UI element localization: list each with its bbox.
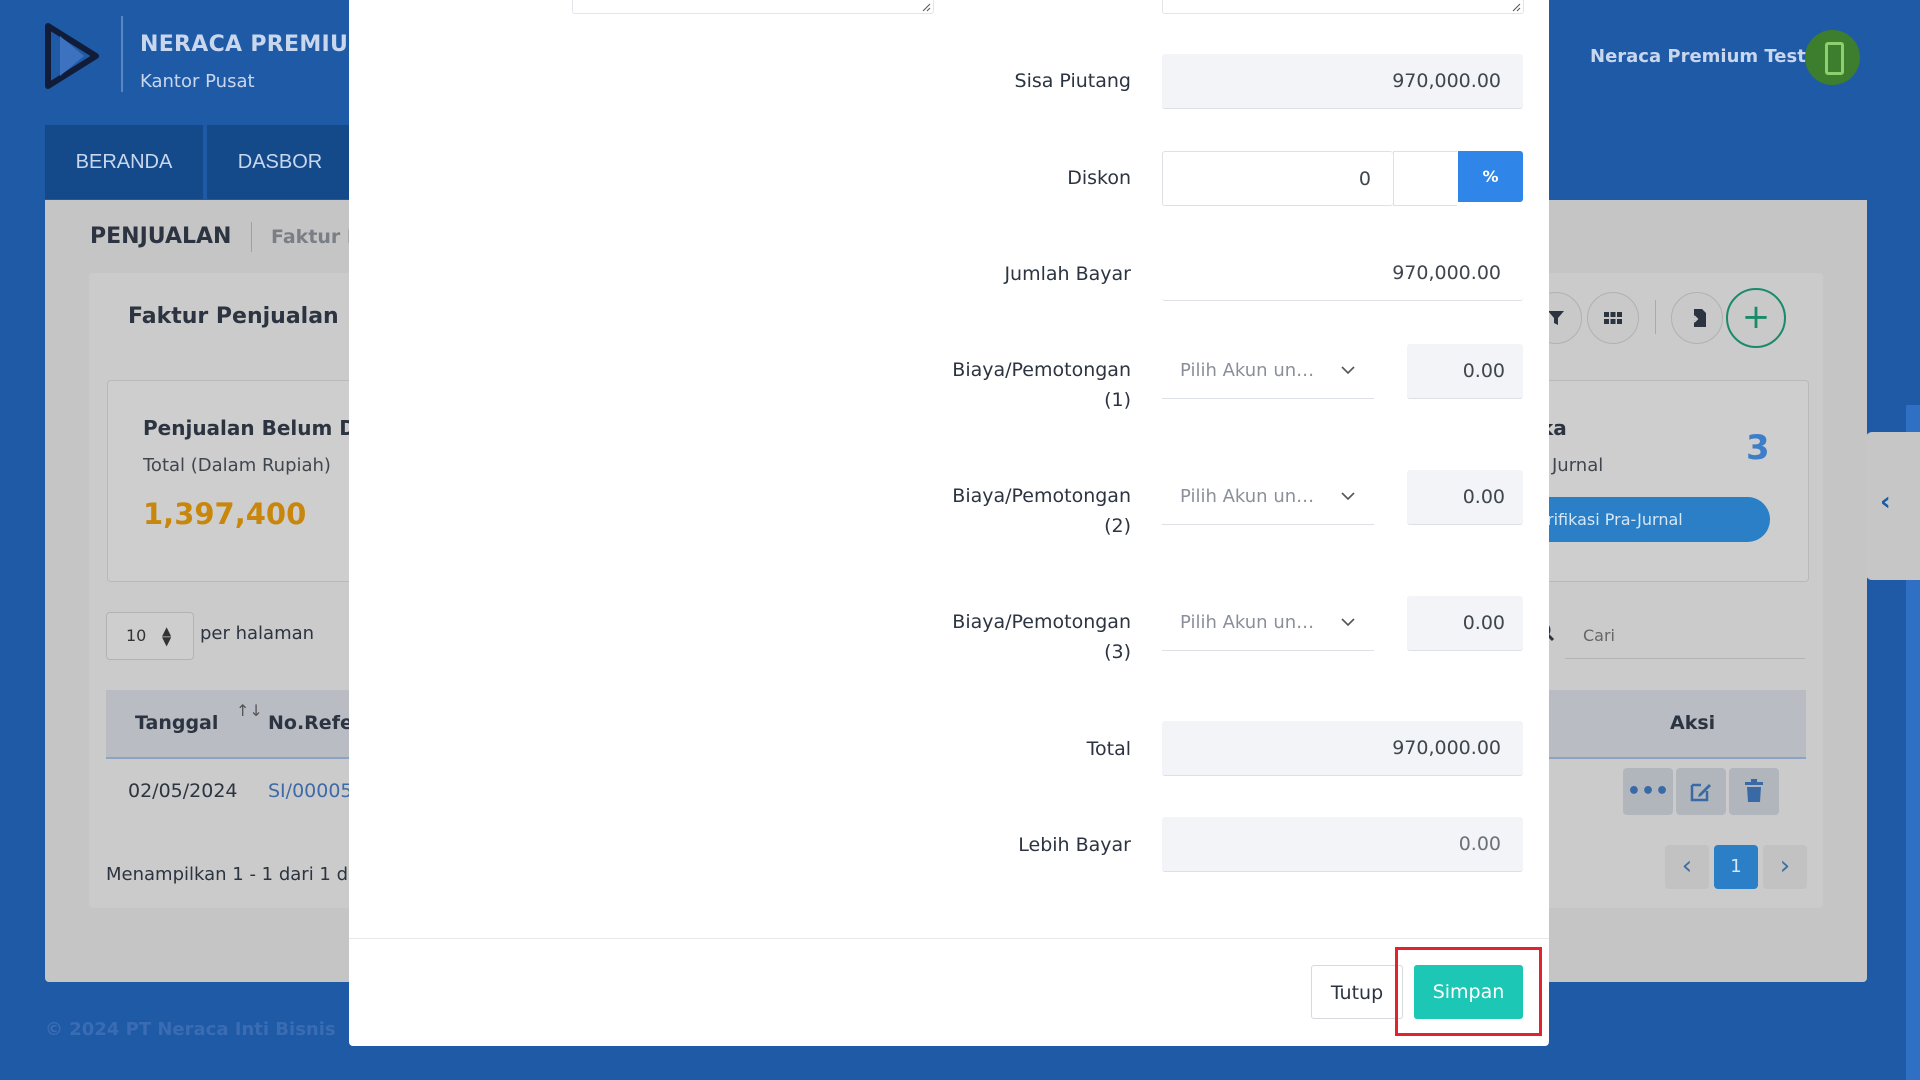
highlight-annotation bbox=[1395, 947, 1542, 1036]
biaya-2-amount[interactable]: 0.00 bbox=[1407, 470, 1523, 525]
sisa-piutang-field: 970,000.00 bbox=[1162, 54, 1523, 109]
resize-grip-icon bbox=[922, 3, 931, 12]
label-biaya-1-number: (1) bbox=[1104, 389, 1131, 411]
biaya-3-amount[interactable]: 0.00 bbox=[1407, 596, 1523, 651]
chevron-down-icon bbox=[1341, 492, 1355, 501]
select-placeholder: Pilih Akun untuk... bbox=[1180, 360, 1320, 381]
label-diskon: Diskon bbox=[1067, 167, 1131, 189]
select-placeholder: Pilih Akun untuk... bbox=[1180, 486, 1320, 507]
label-biaya-1: Biaya/Pemotongan bbox=[952, 359, 1131, 381]
resize-grip-icon bbox=[1512, 3, 1521, 12]
label-biaya-3-number: (3) bbox=[1104, 641, 1131, 663]
label-lebih-bayar: Lebih Bayar bbox=[1018, 834, 1131, 856]
select-placeholder: Pilih Akun untuk... bbox=[1180, 612, 1320, 633]
biaya-2-account-select[interactable]: Pilih Akun untuk... bbox=[1162, 470, 1374, 525]
lebih-bayar-field: 0.00 bbox=[1162, 817, 1523, 872]
label-biaya-2-number: (2) bbox=[1104, 515, 1131, 537]
diskon-percent-toggle[interactable]: % bbox=[1458, 151, 1523, 202]
total-field: 970,000.00 bbox=[1162, 721, 1523, 776]
modal-footer-divider bbox=[349, 938, 1549, 939]
diskon-percent-input[interactable] bbox=[1393, 151, 1457, 206]
biaya-1-account-select[interactable]: Pilih Akun untuk... bbox=[1162, 344, 1374, 399]
diskon-input[interactable]: 0 bbox=[1162, 151, 1393, 206]
notes-textarea-left[interactable] bbox=[572, 0, 934, 14]
label-sisa-piutang: Sisa Piutang bbox=[1014, 70, 1131, 92]
label-jumlah-bayar: Jumlah Bayar bbox=[1004, 263, 1131, 285]
biaya-1-amount[interactable]: 0.00 bbox=[1407, 344, 1523, 399]
chevron-down-icon bbox=[1341, 366, 1355, 375]
notes-textarea-right[interactable] bbox=[1162, 0, 1524, 14]
label-biaya-2: Biaya/Pemotongan bbox=[952, 485, 1131, 507]
biaya-3-account-select[interactable]: Pilih Akun untuk... bbox=[1162, 596, 1374, 651]
close-button[interactable]: Tutup bbox=[1311, 965, 1403, 1019]
label-total: Total bbox=[1086, 738, 1131, 760]
chevron-down-icon bbox=[1341, 618, 1355, 627]
label-biaya-3: Biaya/Pemotongan bbox=[952, 611, 1131, 633]
jumlah-bayar-input[interactable]: 970,000.00 bbox=[1162, 246, 1523, 301]
